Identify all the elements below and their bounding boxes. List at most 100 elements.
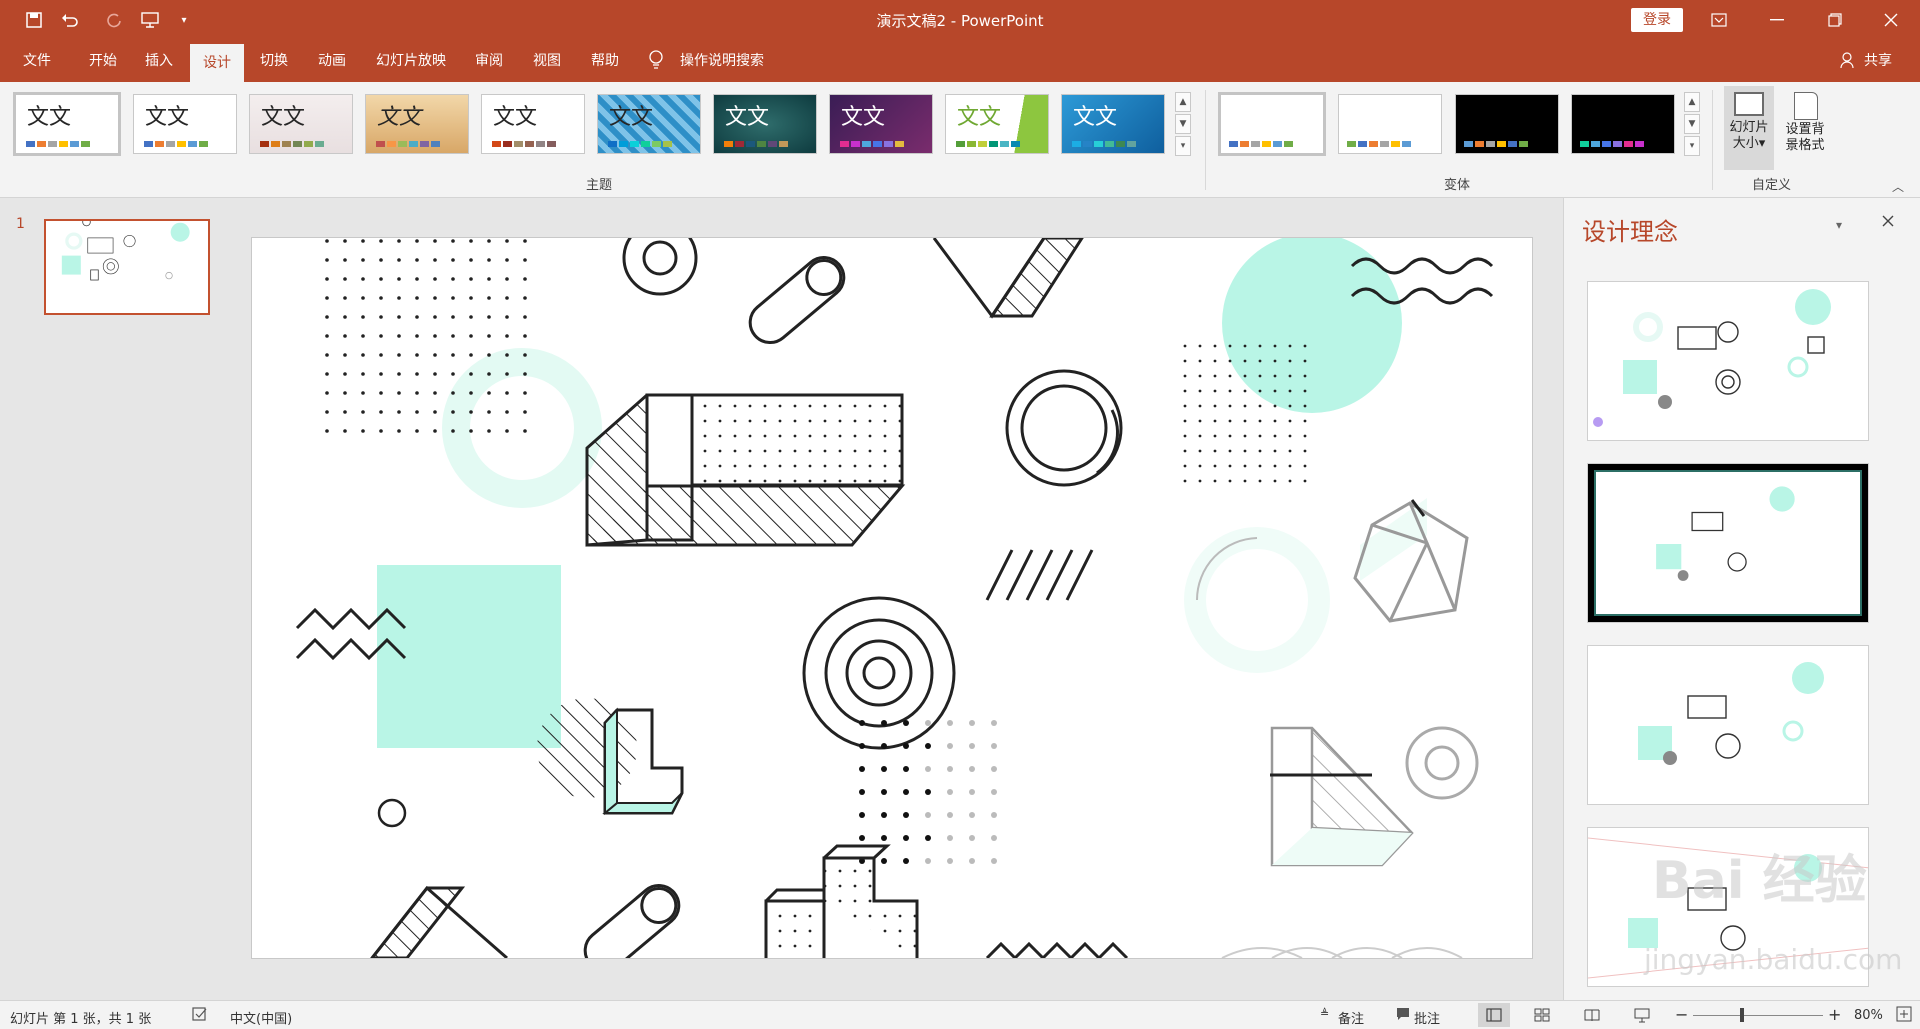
fit-slide-icon[interactable]	[1896, 1006, 1912, 1026]
matrix-dot	[991, 835, 997, 841]
matrix-dot	[925, 743, 931, 749]
pane-options-icon[interactable]: ▾	[1836, 218, 1842, 232]
tab-home[interactable]: 开始	[78, 40, 128, 82]
share-button[interactable]: 共享	[1858, 40, 1898, 82]
variants-group-label: 变体	[1444, 178, 1471, 193]
zoom-in-button[interactable]: +	[1828, 1005, 1841, 1024]
matrix-dot	[881, 743, 887, 749]
watermark-url: jingyan.baidu.com	[1644, 943, 1903, 976]
themes-more[interactable]: ▾	[1175, 136, 1191, 156]
notes-icon: ≜	[1320, 1007, 1330, 1020]
reading-view-icon[interactable]	[1584, 1008, 1600, 1026]
zoom-slider-thumb[interactable]	[1740, 1008, 1744, 1022]
zoom-slider-track[interactable]	[1693, 1015, 1823, 1016]
language-indicator[interactable]: 中文(中国)	[230, 1008, 292, 1027]
matrix-dot	[925, 789, 931, 795]
slide-size-button[interactable]: 幻灯片 大小▾	[1724, 86, 1774, 170]
matrix-dot	[903, 835, 909, 841]
themes-scroll-up[interactable]: ▲	[1175, 92, 1191, 112]
design-idea-2[interactable]	[1587, 463, 1869, 623]
theme-6[interactable]: 文文	[597, 94, 701, 154]
matrix-dot	[925, 835, 931, 841]
matrix-dot	[903, 858, 909, 864]
design-idea-1[interactable]	[1587, 281, 1869, 441]
variants-scroll-up[interactable]: ▲	[1684, 92, 1700, 112]
tab-review[interactable]: 审阅	[464, 40, 514, 82]
variants-scroll-down[interactable]: ▼	[1684, 114, 1700, 134]
idea-2-frame	[1594, 470, 1862, 616]
tab-transitions[interactable]: 切换	[248, 40, 300, 82]
matrix-dot	[969, 812, 975, 818]
matrix-dot	[881, 766, 887, 772]
theme-7[interactable]: 文文	[713, 94, 817, 154]
matrix-dot	[881, 720, 887, 726]
tab-file[interactable]: 文件	[8, 40, 66, 82]
variant-4[interactable]	[1571, 94, 1675, 154]
matrix-dot	[903, 720, 909, 726]
slide-canvas[interactable]	[252, 220, 1532, 972]
matrix-dot	[969, 720, 975, 726]
tab-animations[interactable]: 动画	[306, 40, 358, 82]
theme-9[interactable]: 文文	[945, 94, 1049, 154]
tab-slideshow[interactable]: 幻灯片放映	[366, 40, 456, 82]
group-separator	[1712, 90, 1713, 190]
spellcheck-icon[interactable]	[192, 1006, 208, 1026]
group-separator	[1205, 90, 1206, 190]
variant-3[interactable]	[1455, 94, 1559, 154]
theme-5[interactable]: 文文	[481, 94, 585, 154]
format-background-button[interactable]: 设置背 景格式	[1780, 86, 1830, 170]
variant-1[interactable]	[1218, 92, 1326, 156]
zoom-level[interactable]: 80%	[1854, 1008, 1883, 1023]
matrix-dot	[991, 858, 997, 864]
geometric-background-pattern	[295, 220, 1494, 972]
restore-icon[interactable]	[1806, 0, 1864, 40]
slide-thumbnail-1[interactable]	[44, 219, 210, 315]
variants-more[interactable]: ▾	[1684, 136, 1700, 156]
matrix-dot	[969, 835, 975, 841]
tab-view[interactable]: 视图	[522, 40, 572, 82]
matrix-dot	[881, 858, 887, 864]
slideshow-icon[interactable]	[1634, 1007, 1650, 1027]
slide-thumbnails-pane: 1	[0, 198, 238, 1000]
matrix-dot	[991, 743, 997, 749]
slide-size-icon	[1734, 92, 1764, 116]
theme-office[interactable]: 文文	[13, 92, 121, 156]
collapse-ribbon-icon[interactable]: ︿	[1892, 178, 1904, 195]
close-icon[interactable]	[1862, 0, 1920, 40]
matrix-dot	[925, 766, 931, 772]
dot-matrix	[859, 720, 997, 864]
tab-design[interactable]: 设计	[190, 44, 244, 82]
slide-sorter-icon[interactable]	[1534, 1008, 1550, 1026]
themes-scroll-down[interactable]: ▼	[1175, 114, 1191, 134]
matrix-dot	[903, 812, 909, 818]
matrix-dot	[969, 743, 975, 749]
tab-help[interactable]: 帮助	[580, 40, 630, 82]
tab-insert[interactable]: 插入	[134, 40, 184, 82]
matrix-dot	[947, 766, 953, 772]
login-button[interactable]: 登录	[1631, 8, 1683, 32]
comments-button[interactable]: 批注	[1414, 1008, 1440, 1027]
idea-2-preview	[1656, 486, 1795, 581]
theme-3[interactable]: 文文	[249, 94, 353, 154]
comments-icon	[1396, 1007, 1410, 1025]
zoom-out-button[interactable]: −	[1675, 1005, 1688, 1024]
design-idea-3[interactable]	[1587, 645, 1869, 805]
matrix-dot	[991, 789, 997, 795]
notes-button[interactable]: 备注	[1338, 1008, 1364, 1027]
idea-1-preview	[1593, 289, 1831, 427]
pane-close-icon[interactable]	[1882, 215, 1894, 231]
theme-2[interactable]: 文文	[133, 94, 237, 154]
ribbon-display-icon[interactable]	[1690, 0, 1748, 40]
theme-10[interactable]: 文文	[1061, 94, 1165, 154]
watermark-text: Bai 经验	[1652, 851, 1867, 911]
minimize-icon[interactable]	[1748, 0, 1806, 40]
design-ideas-pane: 设计理念 ▾ Bai 经验 jingyan.baidu.com	[1563, 198, 1920, 1000]
theme-4[interactable]: 文文	[365, 94, 469, 154]
tell-me-search[interactable]: 操作说明搜索	[680, 40, 790, 82]
matrix-dot	[969, 858, 975, 864]
format-background-icon	[1794, 92, 1818, 120]
theme-8[interactable]: 文文	[829, 94, 933, 154]
variant-2[interactable]	[1338, 94, 1442, 154]
matrix-dot	[881, 789, 887, 795]
matrix-dot	[903, 789, 909, 795]
